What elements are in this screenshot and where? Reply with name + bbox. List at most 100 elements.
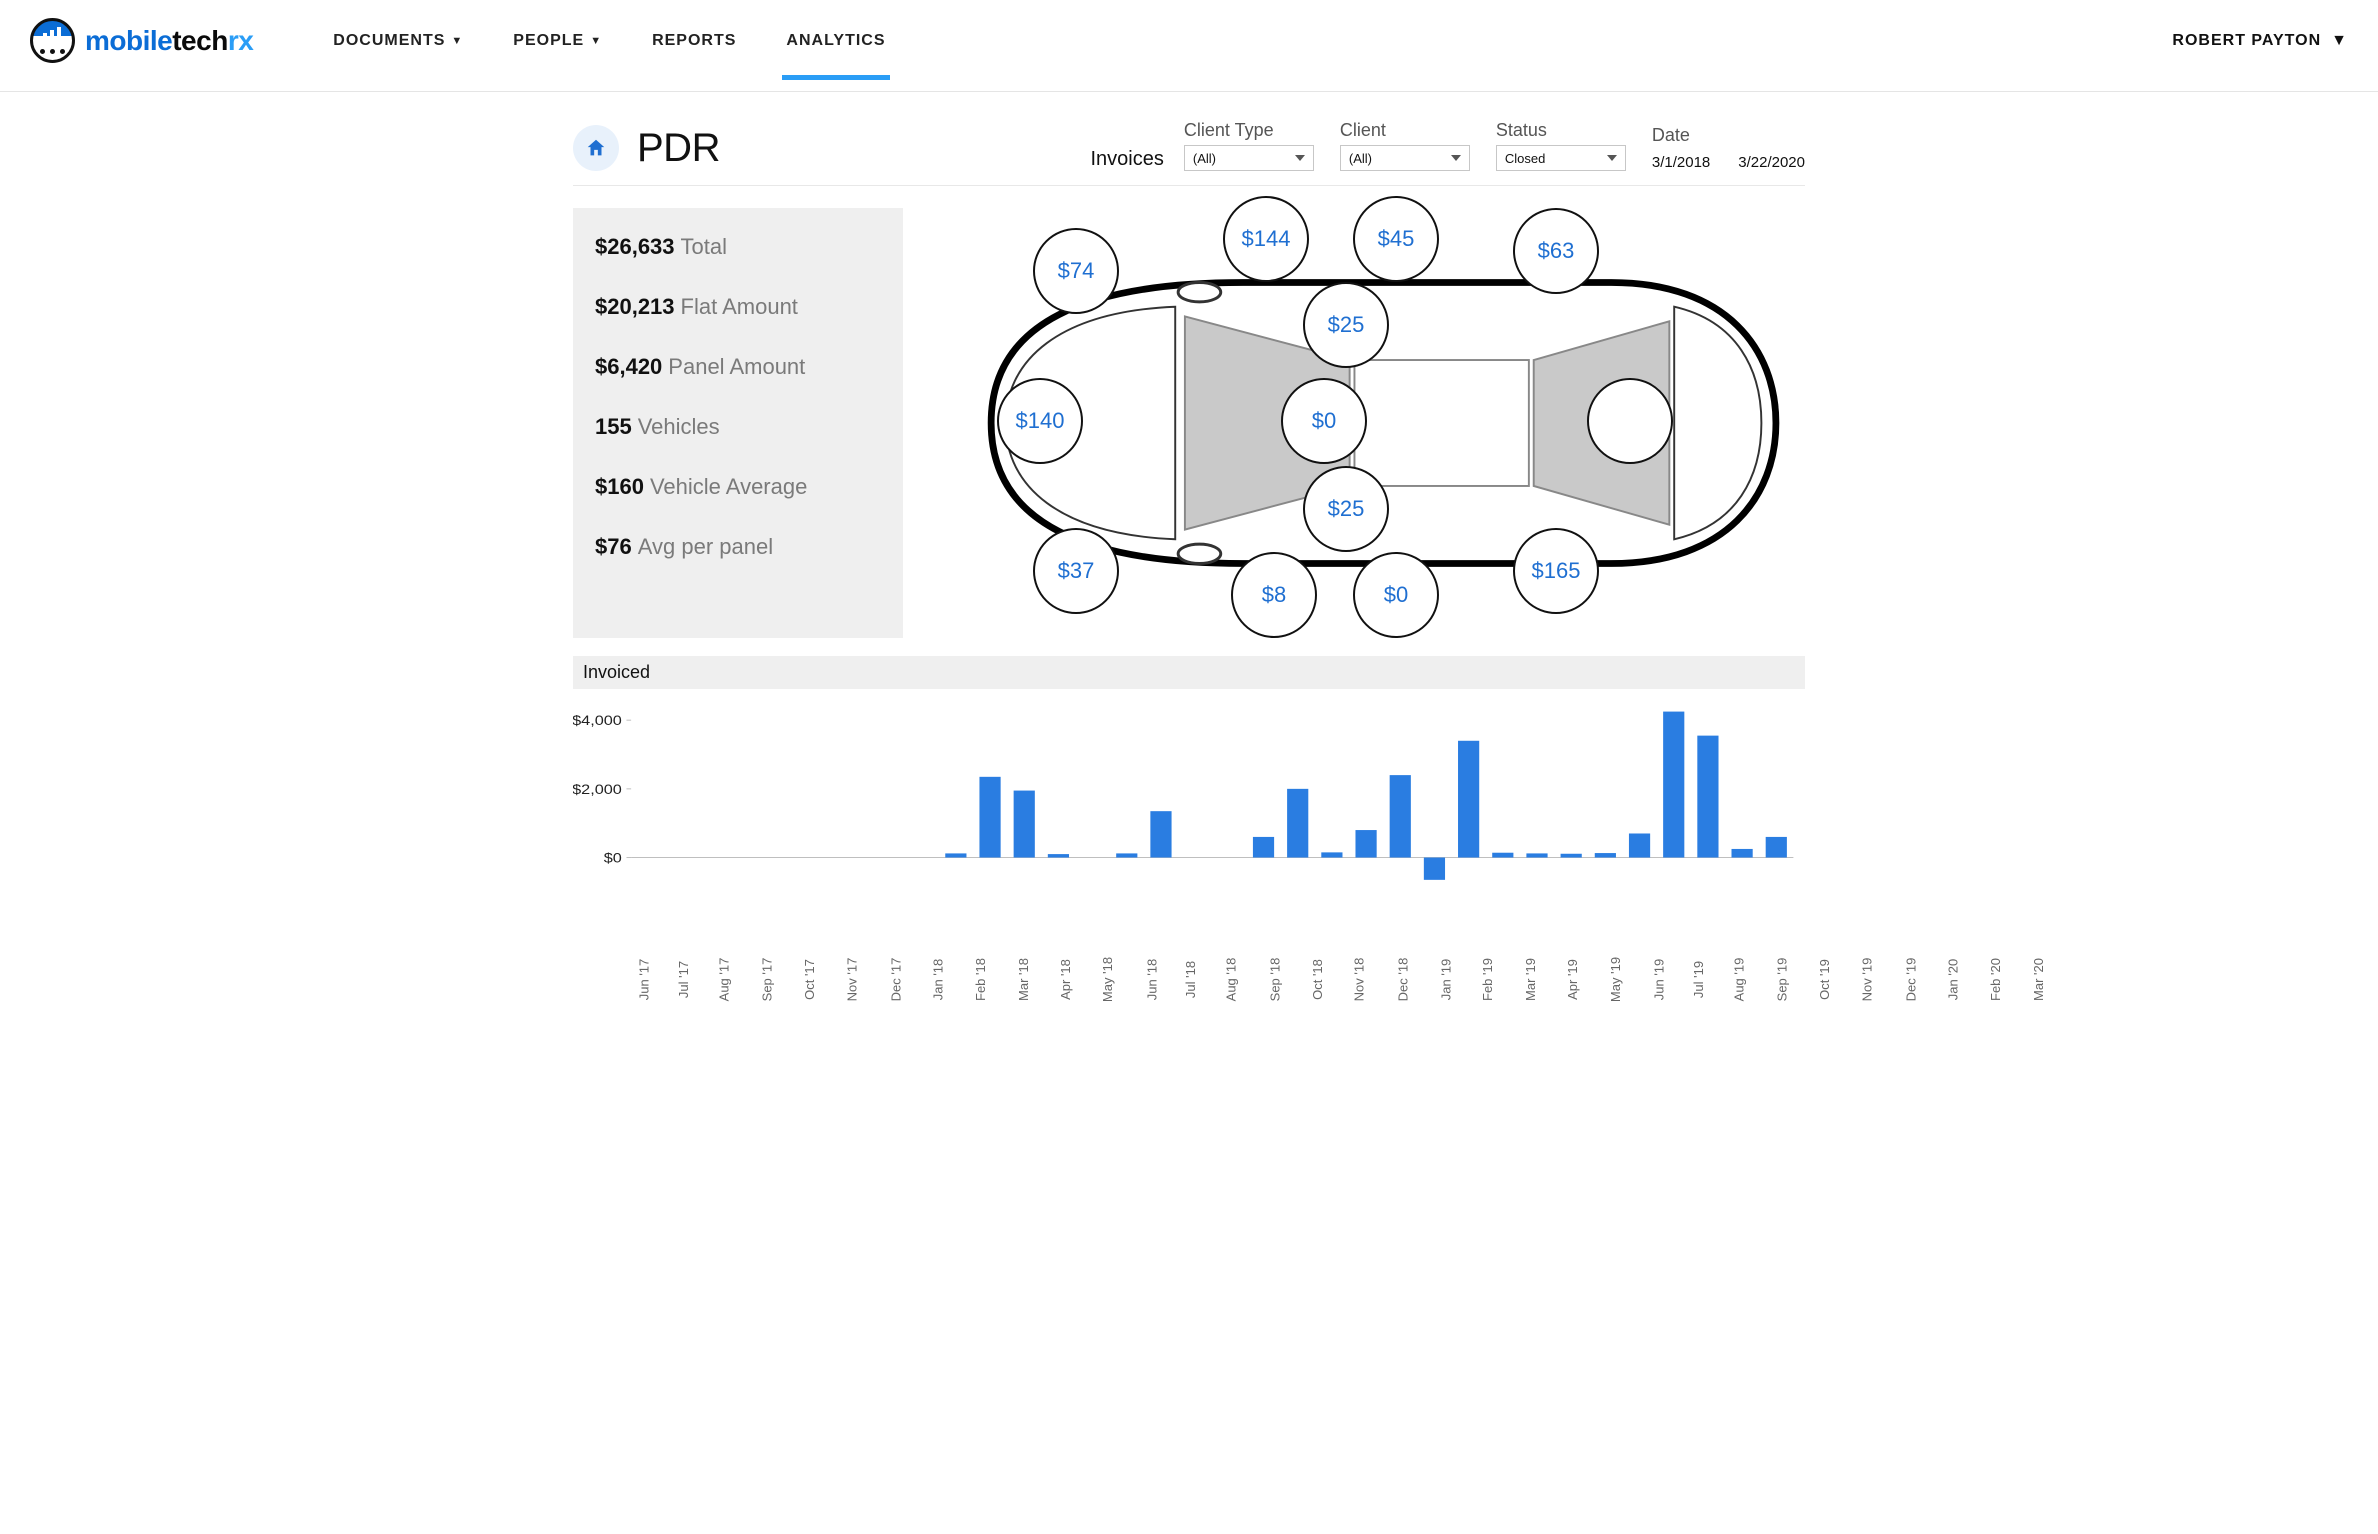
x-tick-label: May '19 bbox=[1608, 957, 1623, 1002]
dropdown-icon bbox=[1295, 155, 1305, 161]
x-tick-label: Feb '18 bbox=[973, 958, 988, 1001]
x-tick-label: Jan '20 bbox=[1946, 959, 1961, 1001]
x-tick-label: Mar '18 bbox=[1016, 958, 1031, 1001]
panel-lf-fender[interactable]: $144 bbox=[1223, 196, 1309, 282]
invoiced-chart[interactable]: $0$2,000$4,000 Jun '17Jul '17Aug '17Sep … bbox=[573, 695, 1805, 915]
svg-text:$4,000: $4,000 bbox=[573, 713, 622, 729]
filter-status-label: Status bbox=[1496, 120, 1626, 141]
nav-reports-label: REPORTS bbox=[652, 32, 736, 50]
car-diagram: $74 $144 $45 $63 $25 $140 $0 $25 $37 $8 … bbox=[933, 208, 1805, 638]
date-to[interactable]: 3/22/2020 bbox=[1738, 154, 1805, 171]
filter-client-type: Client Type (All) bbox=[1184, 120, 1314, 171]
client-select[interactable]: (All) bbox=[1340, 145, 1470, 171]
panel-r-roof-rail[interactable]: $25 bbox=[1303, 466, 1389, 552]
stat-panel: $6,420Panel Amount bbox=[595, 354, 881, 380]
x-tick-label: Jan '19 bbox=[1438, 959, 1453, 1001]
filter-client: Client (All) bbox=[1340, 120, 1470, 171]
stat-panel-avg: $76Avg per panel bbox=[595, 534, 881, 560]
panel-rf-fender[interactable]: $8 bbox=[1231, 552, 1317, 638]
x-tick-label: Oct '17 bbox=[802, 959, 817, 1000]
home-icon[interactable] bbox=[573, 125, 619, 171]
invoices-label: Invoices bbox=[1091, 148, 1164, 171]
title-bar: PDR Invoices Client Type (All) Client (A… bbox=[573, 110, 1805, 186]
user-menu[interactable]: ROBERT PAYTON ▼ bbox=[2172, 32, 2348, 50]
panel-l-roof-rail[interactable]: $25 bbox=[1303, 282, 1389, 368]
client-value: (All) bbox=[1349, 151, 1372, 166]
x-tick-label: Jul '18 bbox=[1183, 961, 1198, 998]
page-title: PDR bbox=[637, 126, 720, 171]
panel-rr-quarter[interactable]: $165 bbox=[1513, 528, 1599, 614]
user-name: ROBERT PAYTON bbox=[2172, 32, 2321, 50]
nav-people-label: PEOPLE bbox=[513, 32, 584, 50]
x-tick-label: Aug '17 bbox=[716, 958, 731, 1002]
svg-text:$2,000: $2,000 bbox=[573, 782, 622, 798]
x-tick-label: Feb '20 bbox=[1988, 958, 2003, 1001]
page-content: PDR Invoices Client Type (All) Client (A… bbox=[559, 110, 1819, 975]
date-from[interactable]: 3/1/2018 bbox=[1652, 154, 1710, 171]
panel-roof[interactable]: $0 bbox=[1281, 378, 1367, 464]
stat-flat: $20,213Flat Amount bbox=[595, 294, 881, 320]
svg-text:$0: $0 bbox=[604, 851, 622, 867]
x-tick-label: Aug '18 bbox=[1224, 958, 1239, 1002]
x-tick-label: Jul '19 bbox=[1691, 961, 1706, 998]
client-type-value: (All) bbox=[1193, 151, 1216, 166]
filter-client-type-label: Client Type bbox=[1184, 120, 1314, 141]
x-tick-label: Oct '18 bbox=[1310, 959, 1325, 1000]
x-tick-label: Dec '19 bbox=[1903, 958, 1918, 1002]
x-tick-label: Oct '19 bbox=[1817, 959, 1832, 1000]
stat-vehicles: 155Vehicles bbox=[595, 414, 881, 440]
x-tick-label: Dec '17 bbox=[888, 958, 903, 1002]
chevron-down-icon: ▼ bbox=[590, 35, 602, 47]
chevron-down-icon: ▼ bbox=[2331, 32, 2348, 50]
nav-links: DOCUMENTS ▼ PEOPLE ▼ REPORTS ANALYTICS bbox=[333, 32, 885, 50]
nav-analytics[interactable]: ANALYTICS bbox=[786, 32, 885, 50]
stats-panel: $26,633Total $20,213Flat Amount $6,420Pa… bbox=[573, 208, 903, 638]
dropdown-icon bbox=[1451, 155, 1461, 161]
x-tick-label: Sep '18 bbox=[1267, 958, 1282, 1002]
x-tick-label: Nov '18 bbox=[1352, 958, 1367, 1002]
nav-documents[interactable]: DOCUMENTS ▼ bbox=[333, 32, 463, 50]
nav-analytics-label: ANALYTICS bbox=[786, 32, 885, 50]
chart-title: Invoiced bbox=[573, 656, 1805, 689]
x-tick-label: Nov '19 bbox=[1859, 958, 1874, 1002]
panel-lf-door[interactable]: $45 bbox=[1353, 196, 1439, 282]
x-tick-label: Feb '19 bbox=[1480, 958, 1495, 1001]
brand-wordmark: mobiletechrx bbox=[85, 25, 253, 57]
client-type-select[interactable]: (All) bbox=[1184, 145, 1314, 171]
x-tick-label: Jun '19 bbox=[1651, 959, 1666, 1001]
x-tick-label: Apr '18 bbox=[1058, 959, 1073, 1000]
status-select[interactable]: Closed bbox=[1496, 145, 1626, 171]
x-tick-label: Dec '18 bbox=[1395, 958, 1410, 1002]
x-tick-label: Sep '19 bbox=[1775, 958, 1790, 1002]
nav-documents-label: DOCUMENTS bbox=[333, 32, 445, 50]
nav-reports[interactable]: REPORTS bbox=[652, 32, 736, 50]
invoiced-chart-block: Invoiced $0$2,000$4,000 Jun '17Jul '17Au… bbox=[573, 656, 1805, 975]
dropdown-icon bbox=[1607, 155, 1617, 161]
status-value: Closed bbox=[1505, 151, 1545, 166]
filter-date: Date 3/1/2018 3/22/2020 bbox=[1652, 125, 1805, 171]
x-tick-label: Jul '17 bbox=[676, 961, 691, 998]
x-tick-label: Mar '20 bbox=[2031, 958, 2046, 1001]
filter-client-label: Client bbox=[1340, 120, 1470, 141]
filters: Invoices Client Type (All) Client (All) … bbox=[1091, 120, 1806, 171]
panel-cowl[interactable]: $37 bbox=[1033, 528, 1119, 614]
panel-hood[interactable]: $74 bbox=[1033, 228, 1119, 314]
top-nav: mobiletechrx DOCUMENTS ▼ PEOPLE ▼ REPORT… bbox=[0, 0, 2378, 92]
x-tick-label: Apr '19 bbox=[1565, 959, 1580, 1000]
x-tick-label: Mar '19 bbox=[1523, 958, 1538, 1001]
chevron-down-icon: ▼ bbox=[451, 35, 463, 47]
x-tick-label: May '18 bbox=[1100, 957, 1115, 1002]
x-tick-label: Jan '18 bbox=[930, 959, 945, 1001]
x-tick-label: Aug '19 bbox=[1731, 958, 1746, 1002]
panel-lr-quarter[interactable]: $63 bbox=[1513, 208, 1599, 294]
panel-front-bumper[interactable]: $140 bbox=[997, 378, 1083, 464]
filter-date-label: Date bbox=[1652, 125, 1805, 146]
panel-trunk[interactable] bbox=[1587, 378, 1673, 464]
x-tick-label: Nov '17 bbox=[844, 958, 859, 1002]
brand-mark-icon bbox=[30, 18, 75, 63]
brand-logo[interactable]: mobiletechrx bbox=[30, 18, 253, 63]
panel-rf-door[interactable]: $0 bbox=[1353, 552, 1439, 638]
filter-status: Status Closed bbox=[1496, 120, 1626, 171]
x-tick-label: Jun '18 bbox=[1144, 959, 1159, 1001]
nav-people[interactable]: PEOPLE ▼ bbox=[513, 32, 602, 50]
